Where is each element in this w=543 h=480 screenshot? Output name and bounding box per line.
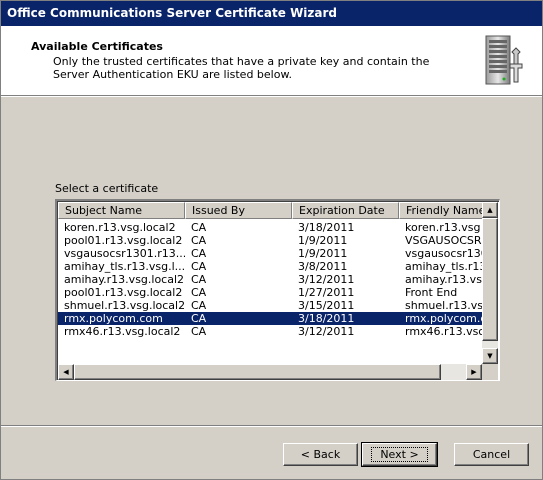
- scrollbar-corner: [482, 364, 498, 380]
- back-button-label: < Back: [300, 448, 341, 461]
- certificate-row[interactable]: vsgausocsr1301.r13... CA 1/9/2011 vsgaus…: [58, 247, 482, 260]
- cell-subject: pool01.r13.vsg.local2: [64, 234, 183, 247]
- column-header-expiration-date[interactable]: Expiration Date: [292, 202, 399, 219]
- column-header-friendly-name[interactable]: Friendly Name: [399, 202, 482, 219]
- cell-expiration: 1/27/2011: [298, 286, 355, 299]
- certificate-list[interactable]: Subject Name Issued By Expiration Date F…: [55, 199, 500, 381]
- cell-expiration: 3/18/2011: [298, 221, 355, 234]
- footer-separator: [1, 425, 542, 427]
- vertical-scroll-thumb[interactable]: [482, 218, 498, 341]
- wizard-window: Office Communications Server Certificate…: [0, 0, 543, 480]
- vertical-scrollbar[interactable]: ▲ ▼: [482, 202, 498, 364]
- cell-issuer: CA: [191, 286, 207, 299]
- certificate-row[interactable]: amihay_tls.r13.vsg.l... CA 3/8/2011 amih…: [58, 260, 482, 273]
- next-button[interactable]: Next >: [361, 442, 438, 467]
- scroll-right-icon[interactable]: ▶: [466, 364, 482, 380]
- certificate-row[interactable]: amihay.r13.vsg.local2 CA 3/12/2011 amiha…: [58, 273, 482, 286]
- cell-expiration: 1/9/2011: [298, 247, 348, 260]
- cell-expiration: 3/8/2011: [298, 260, 348, 273]
- wizard-header: Available Certificates Only the trusted …: [1, 26, 542, 96]
- page-description: Only the trusted certificates that have …: [53, 55, 430, 81]
- certificate-row[interactable]: pool01.r13.vsg.local2 CA 1/27/2011 Front…: [58, 286, 482, 299]
- cell-expiration: 3/15/2011: [298, 299, 355, 312]
- column-header-issued-by[interactable]: Issued By: [185, 202, 292, 219]
- cell-expiration: 3/12/2011: [298, 273, 355, 286]
- cell-issuer: CA: [191, 247, 207, 260]
- cell-expiration: 3/18/2011: [298, 312, 355, 325]
- next-button-label: Next >: [380, 448, 419, 461]
- cell-friendly: amihay_tls.r13: [405, 260, 482, 273]
- scroll-left-icon[interactable]: ◀: [58, 364, 74, 380]
- window-title: Office Communications Server Certificate…: [1, 1, 542, 26]
- back-button[interactable]: < Back: [283, 443, 358, 466]
- certificate-list-body: Subject Name Issued By Expiration Date F…: [58, 202, 482, 364]
- cell-subject: amihay_tls.r13.vsg.l...: [64, 260, 185, 273]
- cell-subject: amihay.r13.vsg.local2: [64, 273, 185, 286]
- cell-issuer: CA: [191, 312, 207, 325]
- cell-issuer: CA: [191, 260, 207, 273]
- cell-subject: vsgausocsr1301.r13...: [64, 247, 185, 260]
- certificate-row[interactable]: rmx46.r13.vsg.local2 CA 3/12/2011 rmx46.…: [58, 325, 482, 338]
- cell-issuer: CA: [191, 325, 207, 338]
- cell-expiration: 1/9/2011: [298, 234, 348, 247]
- cell-friendly: rmx.polycom.c: [405, 312, 482, 325]
- cell-issuer: CA: [191, 299, 207, 312]
- cancel-button-label: Cancel: [472, 448, 511, 461]
- cell-issuer: CA: [191, 234, 207, 247]
- horizontal-scroll-thumb[interactable]: [74, 364, 441, 380]
- cell-friendly: shmuel.r13.vs: [405, 299, 482, 312]
- scroll-up-icon[interactable]: ▲: [482, 202, 498, 218]
- page-title: Available Certificates: [31, 40, 163, 53]
- cell-friendly: koren.r13.vsg: [405, 221, 481, 234]
- cell-friendly: VSGAUSOCSR: [405, 234, 482, 247]
- cell-subject: rmx.polycom.com: [64, 312, 163, 325]
- cell-subject: koren.r13.vsg.local2: [64, 221, 176, 234]
- select-certificate-label: Select a certificate: [55, 182, 159, 195]
- certificate-row[interactable]: pool01.r13.vsg.local2 CA 1/9/2011 VSGAUS…: [58, 234, 482, 247]
- cell-subject: rmx46.r13.vsg.local2: [64, 325, 181, 338]
- cell-friendly: Front End: [405, 286, 458, 299]
- cell-subject: shmuel.r13.vsg.local2: [64, 299, 185, 312]
- certificate-row[interactable]: shmuel.r13.vsg.local2 CA 3/15/2011 shmue…: [58, 299, 482, 312]
- cell-friendly: vsgausocsr130: [405, 247, 482, 260]
- certificate-row[interactable]: koren.r13.vsg.local2 CA 3/18/2011 koren.…: [58, 221, 482, 234]
- cell-expiration: 3/12/2011: [298, 325, 355, 338]
- cell-issuer: CA: [191, 221, 207, 234]
- header-divider: [1, 96, 542, 97]
- cell-friendly: amihay.r13.vs: [405, 273, 482, 286]
- cancel-button[interactable]: Cancel: [454, 443, 529, 466]
- cell-friendly: rmx46.r13.vsc: [405, 325, 482, 338]
- certificate-row-selected[interactable]: rmx.polycom.com CA 3/18/2011 rmx.polycom…: [58, 312, 482, 325]
- horizontal-scrollbar[interactable]: ◀ ▶: [58, 364, 482, 380]
- column-header-subject-name[interactable]: Subject Name: [58, 202, 185, 219]
- server-tools-icon: [485, 35, 523, 85]
- cell-subject: pool01.r13.vsg.local2: [64, 286, 183, 299]
- scroll-down-icon[interactable]: ▼: [482, 348, 498, 364]
- cell-issuer: CA: [191, 273, 207, 286]
